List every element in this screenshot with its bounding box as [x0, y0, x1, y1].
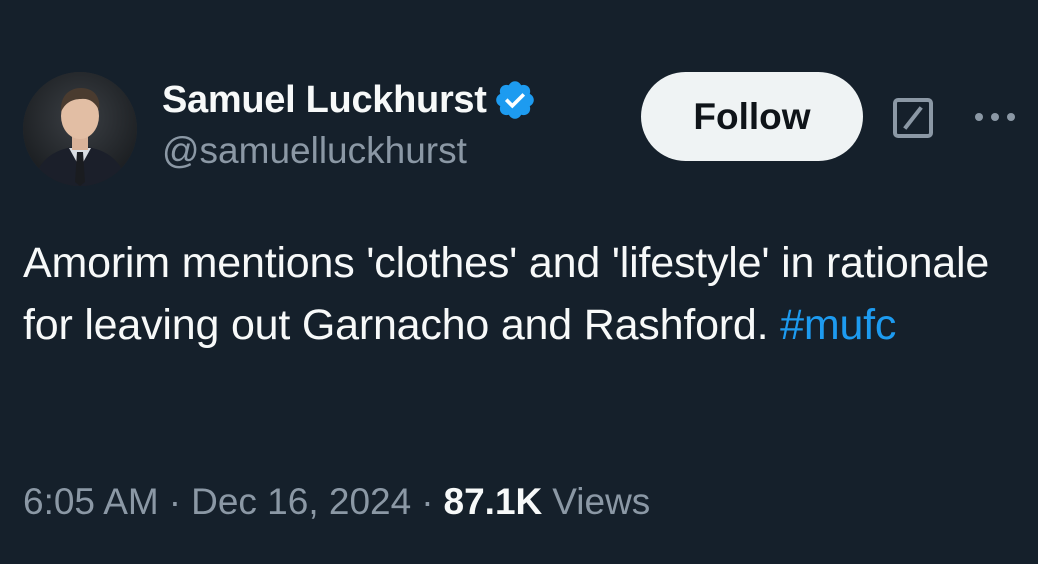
- display-name[interactable]: Samuel Luckhurst: [162, 79, 487, 122]
- name-row: Samuel Luckhurst: [162, 74, 537, 126]
- tweet-text: Amorim mentions 'clothes' and 'lifestyle…: [23, 232, 1013, 356]
- tweet-date[interactable]: Dec 16, 2024: [191, 481, 411, 523]
- views-label: Views: [552, 481, 651, 522]
- grok-icon[interactable]: [891, 96, 935, 140]
- more-icon[interactable]: [971, 105, 1019, 129]
- handle[interactable]: @samuelluckhurst: [162, 130, 537, 172]
- meta-separator: ·: [168, 481, 182, 522]
- tweet-time[interactable]: 6:05 AM: [23, 481, 159, 523]
- verified-badge-icon[interactable]: [493, 78, 537, 122]
- tweet-meta: 6:05 AM · Dec 16, 2024 · 87.1K Views: [23, 481, 650, 523]
- profile-photo-icon: [23, 72, 137, 186]
- views-count[interactable]: 87.1K: [444, 481, 543, 523]
- hashtag-link[interactable]: #mufc: [780, 301, 896, 349]
- avatar[interactable]: [23, 72, 137, 186]
- follow-button[interactable]: Follow: [641, 72, 863, 161]
- author-info: Samuel Luckhurst @samuelluckhurst: [162, 74, 537, 172]
- tweet-card: Samuel Luckhurst @samuelluckhurst Follow…: [0, 0, 1038, 564]
- meta-separator: ·: [421, 481, 434, 522]
